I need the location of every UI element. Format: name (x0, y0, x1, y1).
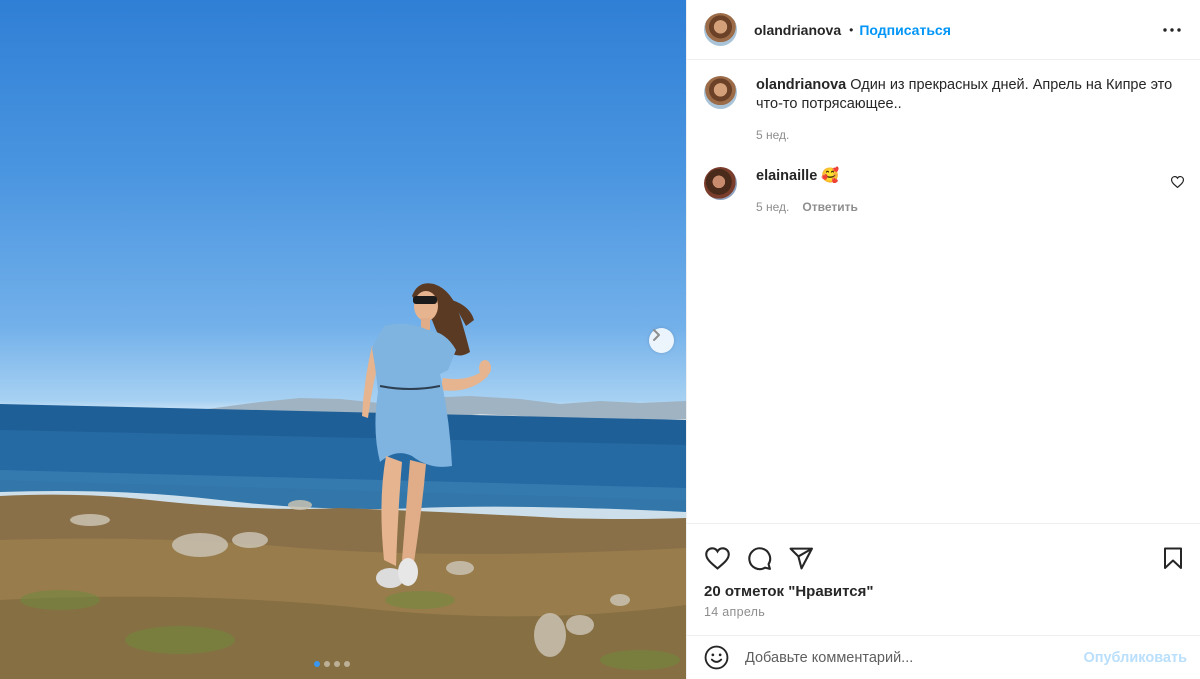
post-date[interactable]: 14 апрель (687, 600, 1200, 619)
follow-button[interactable]: Подписаться (859, 22, 951, 38)
carousel-dot (344, 661, 350, 667)
reply-button[interactable]: Ответить (802, 200, 857, 214)
heart-outline-icon (1170, 175, 1185, 189)
comments-list: olandrianova Один из прекрасных дней. Ап… (687, 60, 1200, 522)
comment-time[interactable]: 5 нед. (756, 200, 789, 214)
author-username[interactable]: olandrianova (754, 22, 841, 38)
more-horizontal-icon (1163, 27, 1181, 32)
action-bar (687, 524, 1200, 578)
author-avatar[interactable] (704, 76, 737, 109)
add-comment-form: Опубликовать (687, 635, 1200, 679)
heart-outline-icon (704, 546, 730, 570)
post-photo[interactable] (0, 0, 686, 679)
post-actions-section: 20 отметок "Нравится" 14 апрель (687, 523, 1200, 619)
save-button[interactable] (1159, 544, 1187, 572)
bookmark-icon (1164, 547, 1182, 569)
caption-time[interactable]: 5 нед. (756, 128, 789, 142)
comment-username[interactable]: elainaille (756, 168, 817, 184)
caption-username[interactable]: olandrianova (756, 77, 846, 93)
share-button[interactable] (787, 544, 815, 572)
comment-body: 🥰 (821, 168, 840, 184)
comment-input[interactable] (745, 649, 1084, 666)
comment-like-button[interactable] (1170, 175, 1185, 193)
carousel-indicator (314, 661, 350, 667)
carousel-next-button[interactable] (649, 328, 674, 353)
commenter-avatar[interactable] (704, 167, 737, 200)
comment-icon (747, 546, 771, 570)
chevron-right-icon (653, 329, 660, 341)
carousel-dot (324, 661, 330, 667)
caption: olandrianova Один из прекрасных дней. Ап… (704, 76, 1184, 142)
comment-text: elainaille 🥰 (756, 167, 1184, 186)
likes-count[interactable]: 20 отметок "Нравится" (687, 578, 1200, 600)
smiley-icon[interactable] (704, 645, 729, 670)
caption-text: olandrianova Один из прекрасных дней. Ап… (756, 76, 1184, 114)
carousel-dot (314, 661, 320, 667)
carousel-dot (334, 661, 340, 667)
comment-button[interactable] (745, 544, 773, 572)
post-header: olandrianova • Подписаться (687, 0, 1200, 60)
separator-dot: • (849, 22, 854, 37)
post-image (0, 283, 686, 679)
more-options-button[interactable] (1160, 18, 1184, 42)
paper-plane-icon (789, 547, 813, 569)
post-side-panel: olandrianova • Подписаться olandrianova … (686, 0, 1200, 679)
author-avatar[interactable] (704, 13, 737, 46)
comment-item: elainaille 🥰 5 нед. Ответить (704, 167, 1185, 214)
like-button[interactable] (703, 544, 731, 572)
publish-button[interactable]: Опубликовать (1083, 650, 1187, 666)
